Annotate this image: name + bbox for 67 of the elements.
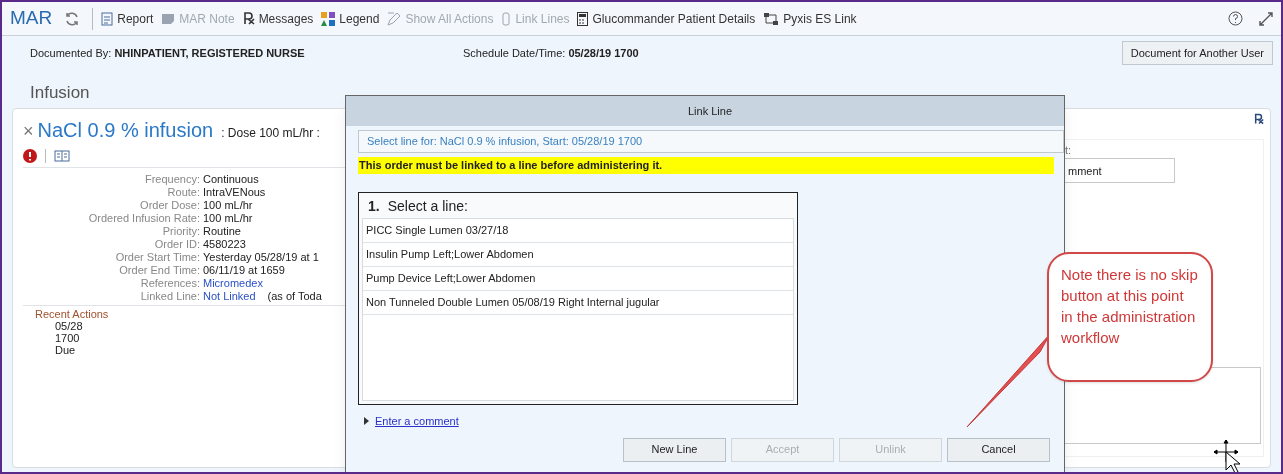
detail-value: 4580223 — [203, 237, 246, 251]
detail-label: Order Dose: — [139, 198, 201, 212]
detail-link[interactable]: Not Linked — [203, 289, 256, 303]
expand-icon[interactable] — [1259, 11, 1273, 26]
recent-action-text: 05/28 — [55, 319, 83, 332]
dialog-button[interactable]: Cancel — [947, 437, 1050, 462]
rx-icon — [1254, 112, 1264, 125]
detail-label: Route: — [166, 185, 201, 199]
detail-label: Linked Line: — [139, 289, 201, 303]
line-option[interactable]: Non Tunneled Double Lumen 05/08/19 Right Internal jugular — [363, 291, 793, 315]
detail-label: References: — [139, 276, 201, 290]
toolbar-button[interactable]: Report — [101, 9, 154, 28]
expand-arrow-icon[interactable] — [364, 417, 369, 426]
close-icon[interactable]: × — [23, 117, 34, 145]
line-option[interactable]: Pump Device Left;Lower Abdomen — [363, 267, 793, 291]
detail-label: Priority: — [161, 224, 201, 238]
note-icon — [161, 12, 176, 25]
detail-label: Order End Time: — [118, 263, 201, 277]
document-icon — [101, 11, 114, 26]
detail-value: 06/11/19 at 1659 — [203, 263, 285, 277]
recent-actions-title: Recent Actions — [35, 307, 110, 320]
detail-value: Yesterday 05/28/19 at 1 — [203, 250, 319, 264]
toolbar-button[interactable]: Glucommander Patient Details — [577, 9, 756, 28]
detail-value: 100 mL/hr — [203, 198, 253, 212]
documented-by: Documented By: NHINPATIENT, REGISTERED NURSE — [30, 45, 306, 61]
link-icon — [501, 11, 512, 26]
pencil-icon — [387, 11, 402, 26]
select-line-for-text: Select line for: NaCl 0.9 % infusion, Start: 05/28/19 1700 — [358, 130, 1064, 153]
warning-banner: This order must be linked to a line before administering it. — [358, 157, 1054, 174]
line-option[interactable]: PICC Single Lumen 03/27/18 — [363, 219, 793, 243]
line-option[interactable]: Insulin Pump Left;Lower Abdomen — [363, 243, 793, 267]
comment-label: t: — [1064, 142, 1072, 158]
callout-note: Note there is no skip button at this point in the administration workflow — [1047, 252, 1213, 382]
step-label: Select a line: — [387, 197, 468, 216]
detail-label: Ordered Infusion Rate: — [87, 211, 201, 225]
toolbar-button[interactable]: Messages — [242, 9, 314, 28]
legend-icon — [321, 11, 336, 26]
toolbar-button[interactable]: Pyxis ES Link — [763, 9, 857, 28]
detail-label: Order ID: — [153, 237, 201, 251]
rx-icon — [242, 12, 255, 25]
detail-label: Frequency: — [143, 172, 201, 186]
detail-label: Order Start Time: — [114, 250, 201, 264]
book-icon[interactable] — [54, 149, 70, 162]
recent-action-text: Due — [55, 343, 76, 356]
app-title: MAR — [10, 6, 53, 31]
toolbar-button[interactable]: Legend — [321, 9, 380, 28]
detail-note: (as of Toda — [267, 289, 322, 303]
dialog-title: Link Line — [346, 96, 1064, 126]
detail-link[interactable]: Micromedex — [203, 276, 263, 290]
enter-comment-link[interactable]: Enter a comment — [375, 413, 459, 430]
schedule-date-time: Schedule Date/Time: 05/28/19 1700 — [463, 45, 639, 61]
order-name: NaCl 0.9 % infusion — [37, 117, 214, 143]
alert-icon[interactable] — [23, 148, 37, 163]
connector-icon — [763, 11, 780, 26]
section-title: Infusion — [29, 82, 91, 104]
detail-value: Continuous — [203, 172, 259, 186]
calculator-icon — [577, 11, 589, 26]
help-icon[interactable] — [1228, 11, 1243, 26]
detail-value: Routine — [203, 224, 241, 238]
order-dose: : Dose 100 mL/hr : — [221, 124, 320, 142]
document-for-another-user-button[interactable]: Document for Another User — [1121, 40, 1273, 66]
step-number: 1. — [368, 197, 380, 216]
detail-value: 100 mL/hr — [203, 211, 253, 225]
detail-value: IntraVENous — [203, 185, 266, 199]
refresh-icon[interactable] — [64, 10, 81, 27]
recent-action-text: 1700 — [55, 331, 80, 344]
dialog-button[interactable]: New Line — [623, 437, 726, 462]
